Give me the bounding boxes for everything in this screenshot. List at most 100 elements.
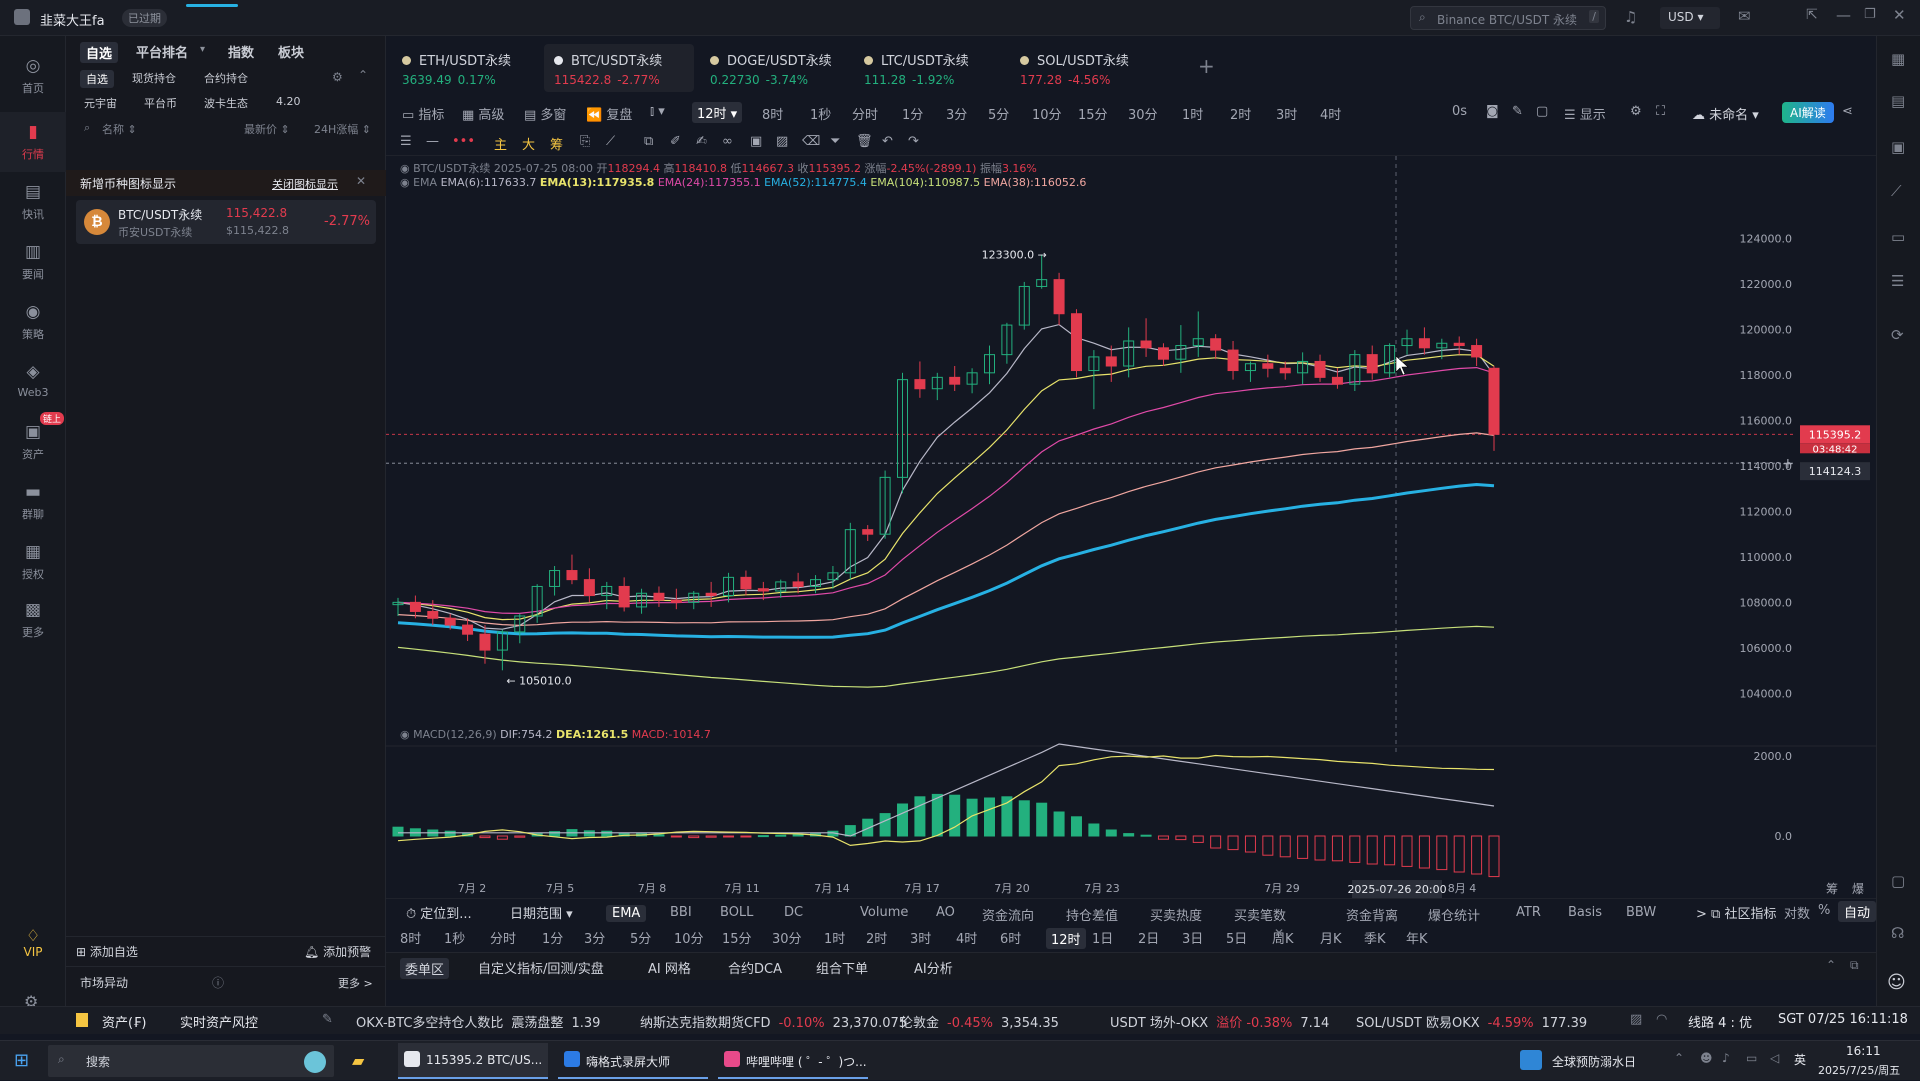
nav-auth[interactable]: ▦ 授权 <box>0 532 66 592</box>
chip-chip[interactable]: 筹 <box>550 134 563 153</box>
cloud-save-button[interactable]: ☁ 未命名 ▾ <box>1692 104 1759 123</box>
log-scale-toggle[interactable]: 对数 <box>1784 903 1810 922</box>
maximize-icon[interactable]: ❐ <box>1864 7 1876 22</box>
layout-grid-icon[interactable]: ▦ <box>1891 50 1905 68</box>
panel-tab-5[interactable]: AI分析 <box>914 958 953 977</box>
candle[interactable] <box>636 588 648 614</box>
interval-2[interactable]: 分时 <box>852 104 878 123</box>
ticker-item-0[interactable]: OKX-BTC多空持仓人数比 震荡盘整 1.39 <box>356 1012 600 1031</box>
nav-web3[interactable]: ◈ Web3 <box>0 352 66 412</box>
watch-category-1[interactable]: 平台币 <box>144 95 177 111</box>
orderbook-icon[interactable]: ▤ <box>1891 92 1905 110</box>
bottom-tf-22[interactable]: 年K <box>1406 928 1428 947</box>
pencil-icon[interactable]: ✎ <box>1512 104 1523 119</box>
bottom-tf-6[interactable]: 10分 <box>674 928 704 947</box>
candle[interactable] <box>879 470 891 539</box>
watch-category-0[interactable]: 元宇宙 <box>84 95 117 111</box>
nav-robot[interactable]: ◉ 策略 <box>0 292 66 352</box>
highlighter-icon[interactable]: ✍ <box>696 134 707 149</box>
candle[interactable] <box>931 372 943 401</box>
candle[interactable] <box>583 568 595 603</box>
nav-wallet[interactable]: ▣ 资产 链上 <box>0 412 66 472</box>
fullscreen-icon[interactable]: ⛶ <box>1656 104 1665 119</box>
candle[interactable] <box>1244 361 1256 382</box>
ruler-icon[interactable]: ⟋ <box>606 134 615 149</box>
ai-interpret-button[interactable]: AI解读 <box>1782 102 1834 123</box>
watch-category-2[interactable]: 波卡生态 <box>204 95 248 111</box>
username[interactable]: 韭菜大王fa <box>40 10 105 29</box>
indicator-4[interactable]: Volume <box>860 905 908 920</box>
indicator-0[interactable]: EMA <box>606 905 647 922</box>
display-button[interactable]: ☰ 显示 <box>1564 104 1606 123</box>
expired-badge[interactable]: 已过期 <box>122 9 167 27</box>
candle[interactable] <box>844 522 856 580</box>
candle[interactable] <box>1279 361 1291 380</box>
bottom-tf-9[interactable]: 1时 <box>824 928 845 947</box>
interval-8[interactable]: 30分 <box>1128 104 1158 123</box>
pair-tab-3[interactable]: LTC/USDT永续 111.28 -1.92% <box>854 44 1004 92</box>
bottom-tf-7[interactable]: 15分 <box>722 928 752 947</box>
bottom-tf-1[interactable]: 1秒 <box>444 928 465 947</box>
candle[interactable] <box>653 586 665 607</box>
col-price[interactable]: 最新价 ⇕ <box>244 121 290 137</box>
bottom-tf-15[interactable]: 1日 <box>1092 928 1113 947</box>
indicator-5[interactable]: AO <box>936 905 955 920</box>
candle[interactable] <box>549 566 561 596</box>
tray-up-icon[interactable]: ⌃ <box>1674 1051 1684 1065</box>
indicator-13[interactable]: Basis <box>1568 905 1602 920</box>
popout-icon[interactable]: ⧉ <box>1850 958 1859 973</box>
glasses-icon[interactable]: ∞ <box>722 134 733 149</box>
auto-scale-toggle[interactable]: 自动 <box>1838 901 1876 922</box>
calculator-icon[interactable]: ▣ <box>1891 138 1905 156</box>
dots-tool-icon[interactable]: ••• <box>452 134 475 149</box>
candle[interactable] <box>740 570 752 596</box>
nav-home[interactable]: ◎ 首页 <box>0 46 66 106</box>
add-alert-plus-icon[interactable]: + <box>1782 456 1794 472</box>
interval-1[interactable]: 1秒 <box>810 104 831 123</box>
interval-6[interactable]: 10分 <box>1032 104 1062 123</box>
bottom-tf-8[interactable]: 30分 <box>772 928 802 947</box>
line-status[interactable]: 线路 4 : 优 <box>1688 1012 1752 1031</box>
watch-category-3[interactable]: 4.20 <box>276 95 301 108</box>
candle[interactable] <box>1471 338 1483 366</box>
candle[interactable] <box>1001 322 1013 364</box>
candle[interactable] <box>1262 354 1274 378</box>
candle[interactable] <box>1314 354 1326 382</box>
panel-icon[interactable]: ▢ <box>1891 872 1905 890</box>
candle[interactable] <box>983 345 995 385</box>
taskbar-app-1[interactable]: 嗨格式录屏大师 <box>558 1043 708 1079</box>
layout-icon[interactable]: ▢ <box>1536 104 1548 119</box>
candle[interactable] <box>601 581 613 610</box>
timeframe-close-icon[interactable]: ✕ <box>1274 926 1284 940</box>
robot-assistant-icon[interactable]: ☺ <box>1887 972 1906 993</box>
headset-icon[interactable]: ☊ <box>1891 924 1904 942</box>
indicator-12[interactable]: ATR <box>1516 905 1541 920</box>
image-icon[interactable]: ▨ <box>776 134 788 149</box>
liquidation-toggle[interactable]: 爆 <box>1852 882 1864 896</box>
candle[interactable] <box>1053 272 1065 326</box>
candle[interactable] <box>1088 350 1100 410</box>
line-tool-icon[interactable]: — <box>426 134 439 149</box>
indicator-8[interactable]: 买卖热度 <box>1150 905 1202 924</box>
eraser-icon[interactable]: ⌫ <box>802 134 820 149</box>
add-tab-icon[interactable]: + <box>1198 54 1215 78</box>
candle[interactable] <box>618 577 630 612</box>
bottom-tf-2[interactable]: 分时 <box>490 928 516 947</box>
pair-tab-0[interactable]: ETH/USDT永续 3639.49 0.17% <box>392 44 542 92</box>
close-icon[interactable]: ✕ <box>1893 6 1906 24</box>
bottom-tf-20[interactable]: 月K <box>1320 928 1342 947</box>
indicator-1[interactable]: BBI <box>670 905 692 920</box>
bottom-tf-11[interactable]: 3时 <box>910 928 931 947</box>
taskbar-notice[interactable]: 全球预防溺水日 <box>1552 1053 1636 1070</box>
interval-0[interactable]: 8时 <box>762 104 783 123</box>
expand-panel-icon[interactable]: ⌃ <box>1826 958 1836 972</box>
mic-icon[interactable]: ♪ <box>1722 1051 1730 1065</box>
eye-icon[interactable]: ◉ <box>400 728 410 741</box>
interval-4[interactable]: 3分 <box>946 104 967 123</box>
candle[interactable] <box>723 572 735 603</box>
candle[interactable] <box>1418 327 1430 355</box>
nav-news-flash[interactable]: ▤ 快讯 <box>0 172 66 232</box>
candle[interactable] <box>1349 350 1361 391</box>
ticker-item-4[interactable]: SOL/USDT 欧易OKX -4.59% 177.39 <box>1356 1012 1587 1031</box>
percent-toggle[interactable]: % <box>1818 903 1830 918</box>
